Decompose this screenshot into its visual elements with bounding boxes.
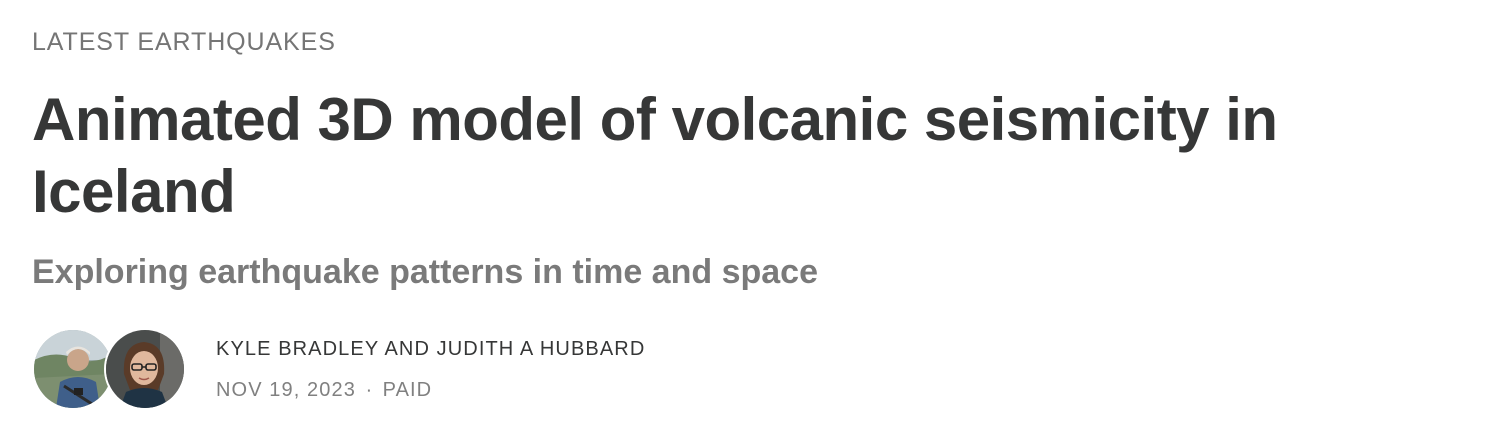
post-date: NOV 19, 2023 bbox=[216, 379, 356, 401]
author-avatar-kyle-bradley[interactable] bbox=[32, 328, 114, 410]
post-meta: NOV 19, 2023 ∙ PAID bbox=[216, 379, 645, 402]
post-subtitle: Exploring earthquake patterns in time an… bbox=[32, 253, 818, 291]
byline-text: KYLE BRADLEY AND JUDITH A HUBBARD NOV 19… bbox=[216, 338, 645, 402]
author-avatar-judith-hubbard[interactable] bbox=[104, 328, 186, 410]
meta-separator: ∙ bbox=[365, 379, 373, 401]
byline: KYLE BRADLEY AND JUDITH A HUBBARD NOV 19… bbox=[32, 326, 932, 410]
post-title: Animated 3D model of volcanic seismicity… bbox=[32, 86, 1278, 225]
section-label[interactable]: LATEST EARTHQUAKES bbox=[32, 28, 336, 57]
author-names[interactable]: KYLE BRADLEY AND JUDITH A HUBBARD bbox=[216, 338, 645, 361]
author-photo-icon bbox=[34, 330, 112, 408]
author-photo-icon bbox=[106, 330, 184, 408]
access-badge: PAID bbox=[382, 379, 433, 401]
